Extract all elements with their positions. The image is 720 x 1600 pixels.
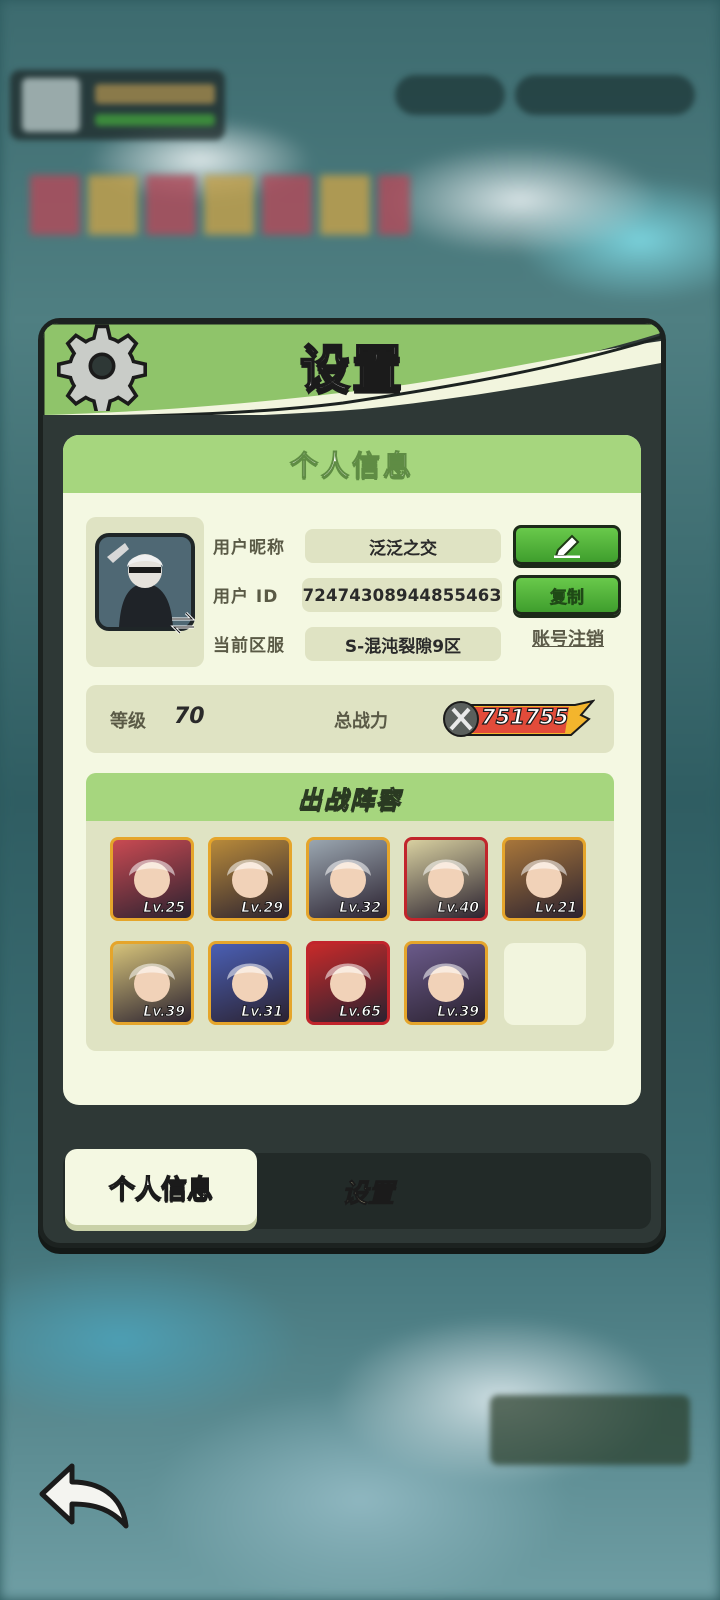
back-button[interactable] — [36, 1460, 132, 1532]
hero-card[interactable]: Lv.65 — [306, 941, 390, 1025]
back-arrow-icon — [39, 1463, 129, 1529]
background-card — [490, 1395, 690, 1465]
nickname-label: 用户昵称 — [213, 538, 285, 558]
server-label: 当前区服 — [213, 636, 285, 656]
background-resource — [515, 75, 695, 115]
background-resource — [395, 75, 505, 115]
hero-level: Lv.40 — [437, 900, 480, 917]
power-badge: 751755 — [443, 699, 595, 739]
avatar-box — [86, 517, 204, 667]
hero-level: Lv.31 — [241, 1004, 284, 1021]
edit-nickname-button[interactable] — [513, 525, 621, 565]
hero-level: Lv.25 — [143, 900, 186, 917]
hero-level: Lv.29 — [241, 900, 284, 917]
nickname-value: 泛泛之交 — [305, 529, 501, 563]
team-box: 出战阵容 Lv.25 Lv.29 Lv.32 Lv.40 Lv.21 Lv.39 Lv.31… — [86, 773, 614, 1051]
tab-personal-info[interactable]: 个人信息 — [65, 1149, 257, 1225]
tab-settings-label: 设置 — [341, 1178, 394, 1209]
level-label: 等级 — [110, 711, 146, 732]
hero-card[interactable]: Lv.40 — [404, 837, 488, 921]
user-id-value: 7247430894485546З — [302, 578, 502, 612]
personal-info-title: 个人信息 — [289, 449, 414, 483]
user-id-label: 用户 ID — [213, 587, 279, 607]
hero-level: Lv.32 — [339, 900, 382, 917]
hero-card[interactable]: Lv.39 — [404, 941, 488, 1025]
hero-card[interactable]: Lv.39 — [110, 941, 194, 1025]
stats-box: 等级 70 总战力 751755 — [86, 685, 614, 753]
personal-info-sheet: 个人信息 用户昵称 泛泛之交 用户 ID 7247430894485546З 复… — [63, 435, 641, 1105]
level-value: 70 — [174, 704, 205, 729]
settings-panel: 设置 个人信息 用户昵称 泛泛之交 用户 ID 7247430894485546… — [38, 318, 666, 1248]
hero-card[interactable]: Lv.31 — [208, 941, 292, 1025]
hero-card[interactable]: Lv.32 — [306, 837, 390, 921]
personal-info-header: 个人信息 — [63, 435, 641, 493]
power-value: 751755 — [480, 704, 569, 729]
copy-id-button[interactable]: 复制 — [513, 575, 621, 615]
tab-personal-info-label: 个人信息 — [108, 1174, 213, 1205]
switch-account-icon[interactable] — [168, 611, 198, 635]
empty-hero-slot[interactable] — [504, 943, 586, 1025]
edit-pen-icon — [554, 534, 580, 558]
hero-level: Lv.39 — [437, 1004, 480, 1021]
team-header: 出战阵容 — [86, 773, 614, 821]
panel-header: 设置 — [43, 323, 661, 415]
hero-level: Lv.39 — [143, 1004, 186, 1021]
copy-button-label: 复制 — [550, 587, 585, 608]
tab-bar: 个人信息 设置 — [63, 1149, 651, 1229]
background-player-bar — [10, 70, 225, 140]
hero-card[interactable]: Lv.29 — [208, 837, 292, 921]
hero-level: Lv.65 — [339, 1004, 382, 1021]
account-delete-link[interactable]: 账号注销 — [515, 625, 621, 651]
background-icon-row — [30, 175, 410, 235]
panel-title: 设置 — [299, 339, 404, 399]
hero-card[interactable]: Lv.25 — [110, 837, 194, 921]
tab-settings[interactable]: 设置 — [303, 1153, 433, 1229]
hero-level: Lv.21 — [535, 900, 578, 917]
hero-card[interactable]: Lv.21 — [502, 837, 586, 921]
server-value: S-混沌裂隙9区 — [305, 627, 501, 661]
team-title: 出战阵容 — [298, 785, 402, 814]
power-label: 总战力 — [334, 711, 388, 732]
